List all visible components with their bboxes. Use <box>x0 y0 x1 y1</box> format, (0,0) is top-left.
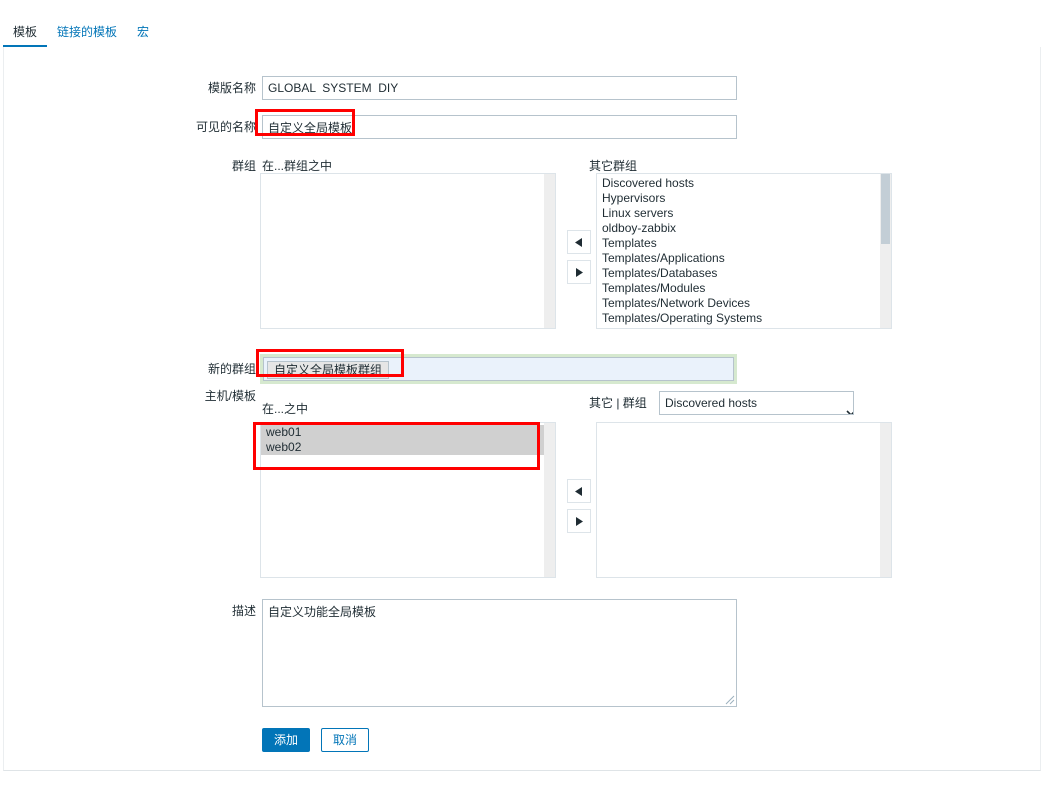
new-group-multiselect[interactable]: 自定义全局模板群组 <box>260 354 737 384</box>
triangle-right-icon <box>575 267 583 277</box>
tab-bar: 模板 链接的模板 宏 <box>3 24 159 47</box>
scrollbar-thumb[interactable] <box>881 174 890 244</box>
visible-name-label: 可见的名称 <box>195 120 256 134</box>
triangle-right-icon <box>575 516 583 526</box>
tab-template[interactable]: 模板 <box>3 24 48 47</box>
groups-selected-scrollbar[interactable] <box>544 174 555 328</box>
list-item[interactable]: web02 <box>261 440 544 455</box>
new-group-chip[interactable]: 自定义全局模板群组 <box>267 361 390 379</box>
template-name-label: 模版名称 <box>207 81 256 95</box>
list-item[interactable]: Hypervisors <box>597 191 880 206</box>
groups-right-caption: 其它群组 <box>589 159 638 173</box>
submit-button[interactable]: 添加 <box>262 728 311 752</box>
cancel-button[interactable]: 取消 <box>321 728 370 752</box>
groups-selected-listbox[interactable] <box>260 173 556 329</box>
template-config-screen: 模板 链接的模板 宏 模版名称 可见的名称 群组 在...群组之中 其它群组 <box>0 0 1044 796</box>
description-textarea[interactable]: 自定义功能全局模板 <box>262 599 737 707</box>
hosts-available-scrollbar[interactable] <box>880 423 891 577</box>
groups-available-scrollbar[interactable] <box>880 174 891 328</box>
triangle-left-icon <box>575 486 583 496</box>
hosts-available-listbox[interactable] <box>596 422 892 578</box>
list-item[interactable]: Templates/Applications <box>597 251 880 266</box>
template-name-input[interactable] <box>262 76 737 100</box>
visible-name-input[interactable] <box>262 115 737 139</box>
template-form: 模版名称 可见的名称 群组 在...群组之中 其它群组 Disco <box>3 47 1041 771</box>
tab-linked-templates[interactable]: 链接的模板 <box>47 24 127 45</box>
host-group-filter-value: Discovered hosts <box>665 396 758 410</box>
host-group-filter-select[interactable]: Discovered hosts <box>659 391 854 415</box>
hosts-move-left-button[interactable] <box>567 479 591 503</box>
hosts-available-items <box>597 423 880 577</box>
list-item[interactable]: Templates/Databases <box>597 266 880 281</box>
hosts-selected-scrollbar[interactable] <box>544 423 555 577</box>
hosts-selected-listbox[interactable]: web01 web02 <box>260 422 556 578</box>
groups-selected-items <box>261 174 544 328</box>
groups-label: 群组 <box>231 159 256 173</box>
description-label: 描述 <box>231 604 256 618</box>
list-item[interactable]: web01 <box>261 425 544 440</box>
groups-left-caption: 在...群组之中 <box>262 159 333 173</box>
hosts-right-caption: 其它 | 群组 <box>589 396 647 410</box>
list-item[interactable]: Templates/Operating Systems <box>597 311 880 326</box>
groups-move-left-button[interactable] <box>567 230 591 254</box>
hosts-left-caption: 在...之中 <box>262 402 309 416</box>
hosts-selected-items: web01 web02 <box>261 423 544 577</box>
groups-available-listbox[interactable]: Discovered hosts Hypervisors Linux serve… <box>596 173 892 329</box>
new-group-label: 新的群组 <box>207 362 256 376</box>
list-item[interactable]: Templates/Network Devices <box>597 296 880 311</box>
triangle-left-icon <box>575 237 583 247</box>
groups-available-items: Discovered hosts Hypervisors Linux serve… <box>597 174 880 328</box>
list-item[interactable]: Linux servers <box>597 206 880 221</box>
list-item[interactable]: Templates/Modules <box>597 281 880 296</box>
list-item[interactable]: Templates <box>597 236 880 251</box>
list-item[interactable]: Discovered hosts <box>597 176 880 191</box>
list-item[interactable]: oldboy-zabbix <box>597 221 880 236</box>
hosts-templates-label: 主机/模板 <box>204 389 256 403</box>
tab-macros[interactable]: 宏 <box>127 24 159 45</box>
groups-move-right-button[interactable] <box>567 260 591 284</box>
hosts-move-right-button[interactable] <box>567 509 591 533</box>
